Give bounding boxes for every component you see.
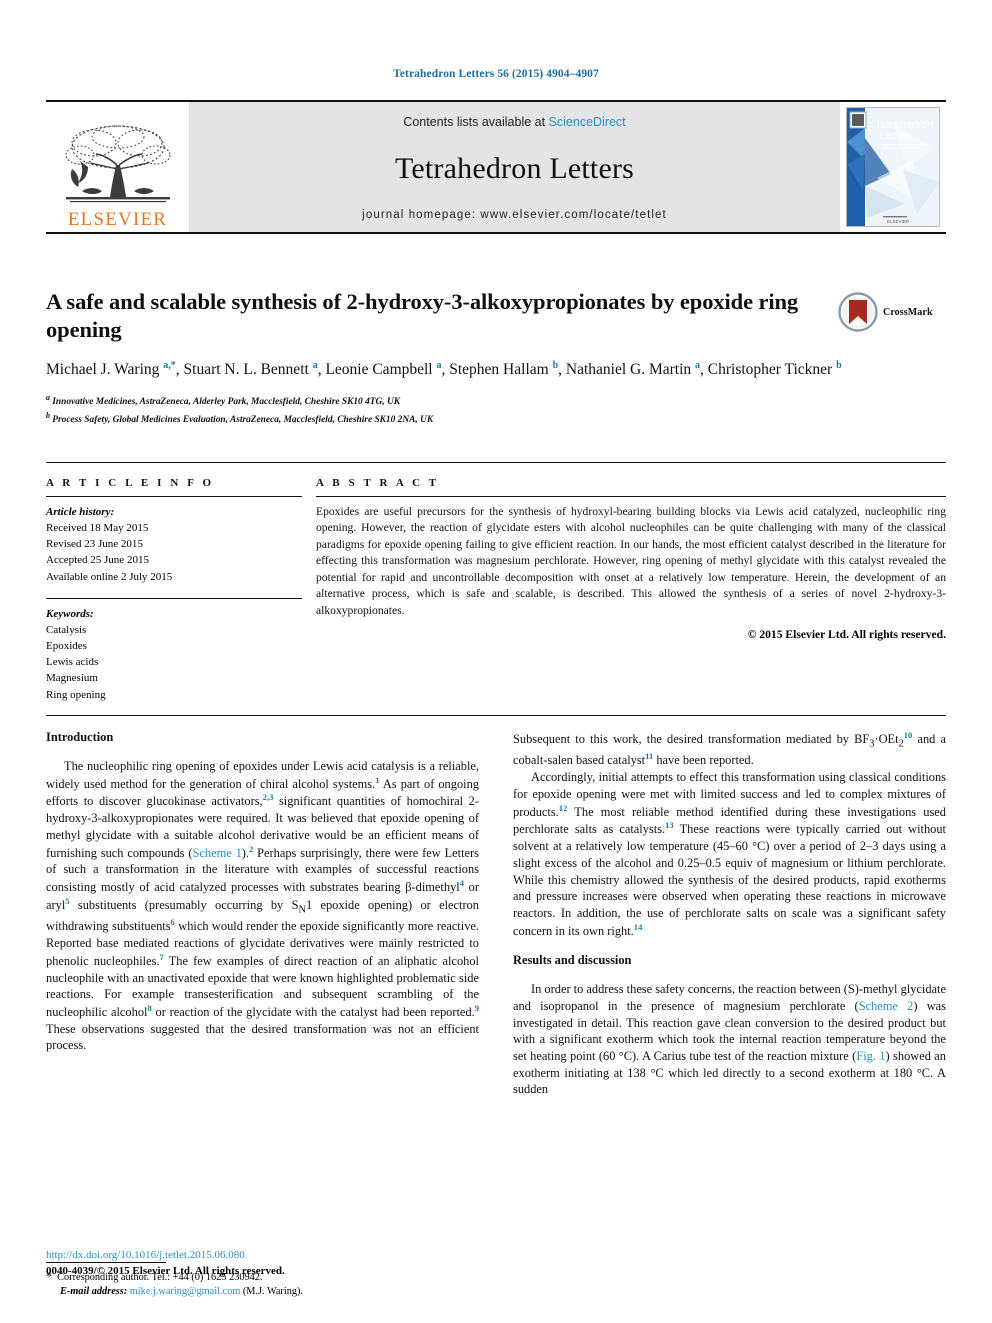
elsevier-wordmark: ELSEVIER [67, 209, 168, 230]
section-heading-introduction: Introduction [46, 730, 114, 744]
title-block: A safe and scalable synthesis of 2-hydro… [46, 288, 946, 427]
keyword-item: Magnesium [46, 672, 98, 685]
email-link[interactable]: mike.j.waring@gmail.com [130, 1286, 240, 1297]
doi-link[interactable]: http://dx.doi.org/10.1016/j.tetlet.2015.… [46, 1248, 546, 1264]
contents-prefix: Contents lists available at [403, 115, 549, 129]
affiliation-a-text: Innovative Medicines, AstraZeneca, Alder… [52, 397, 400, 408]
email-owner: (M.J. Waring). [242, 1286, 303, 1298]
abstract-text: Epoxides are useful precursors for the s… [316, 505, 946, 617]
results-paragraph-1: In order to address these safety concern… [513, 982, 946, 1097]
journal-homepage[interactable]: journal homepage: www.elsevier.com/locat… [362, 209, 667, 221]
footnote-email-line: E-mail address: mike.j.waring@gmail.com … [46, 1285, 479, 1300]
crossmark-label: CrossMark [883, 306, 933, 318]
crossmark-badge[interactable]: CrossMark [838, 290, 946, 334]
history-item: Available online 2 July 2015 [46, 570, 173, 583]
body-column-left: Introduction The nucleophilic ring openi… [46, 730, 479, 1300]
history-item: Received 18 May 2015 [46, 522, 149, 535]
abstract-divider [316, 496, 946, 497]
abstract-heading: A B S T R A C T [316, 477, 440, 489]
keywords-block: Keywords: Catalysis Epoxides Lewis acids… [46, 606, 302, 703]
article-page: Tetrahedron Letters 56 (2015) 4904–4907 [0, 0, 992, 1323]
body-column-right: Subsequent to this work, the desired tra… [513, 730, 946, 1300]
article-body: Introduction The nucleophilic ring openi… [46, 730, 946, 1300]
elsevier-logo: ELSEVIER [46, 102, 189, 232]
running-head: Tetrahedron Letters 56 (2015) 4904–4907 [393, 68, 599, 80]
history-item: Accepted 25 June 2015 [46, 554, 149, 567]
svg-text:Letters: Letters [880, 131, 911, 142]
right-paragraph-2: Accordingly, initial attempts to effect … [513, 770, 946, 938]
masthead-center: Contents lists available at ScienceDirec… [189, 102, 840, 232]
info-divider-top [46, 496, 302, 497]
keyword-item: Epoxides [46, 640, 87, 653]
crossmark-icon [838, 292, 878, 332]
abstract-column: A B S T R A C T Epoxides are useful prec… [316, 477, 946, 703]
keyword-item: Lewis acids [46, 656, 99, 669]
journal-title: Tetrahedron Letters [394, 152, 635, 185]
section-heading-results: Results and discussion [513, 953, 632, 968]
article-history: Article history: Received 18 May 2015 Re… [46, 504, 302, 585]
affiliation-b-text: Process Safety, Global Medicines Evaluat… [52, 414, 434, 425]
author-list: Michael J. Waring a,*, Stuart N. L. Benn… [46, 359, 842, 378]
info-divider-mid [46, 597, 302, 599]
intro-paragraph: The nucleophilic ring opening of epoxide… [46, 759, 480, 1053]
journal-cover-thumbnail: Tetrahedron Letters ELSEVIER [840, 102, 946, 232]
contents-available-line: Contents lists available at ScienceDirec… [403, 115, 625, 129]
keyword-item: Catalysis [46, 623, 87, 636]
keyword-item: Ring opening [46, 688, 106, 701]
affiliation-b: b Process Safety, Global Medicines Evalu… [46, 410, 434, 425]
abstract-copyright: © 2015 Elsevier Ltd. All rights reserved… [747, 628, 946, 642]
svg-text:Tetrahedron: Tetrahedron [875, 119, 934, 131]
email-label: E-mail address: [60, 1286, 128, 1298]
journal-masthead: ELSEVIER Contents lists available at Sci… [46, 100, 946, 234]
issn-copyright: 0040-4039/© 2015 Elsevier Ltd. All right… [46, 1264, 285, 1277]
elsevier-tree-icon [65, 125, 170, 203]
affiliation-list: a Innovative Medicines, AstraZeneca, Ald… [46, 392, 946, 427]
svg-text:ELSEVIER: ELSEVIER [887, 219, 910, 224]
history-item: Revised 23 June 2015 [46, 538, 143, 551]
keywords-label: Keywords: [46, 607, 94, 620]
page-title: A safe and scalable synthesis of 2-hydro… [46, 289, 799, 343]
footer-doi-block: http://dx.doi.org/10.1016/j.tetlet.2015.… [46, 1248, 546, 1280]
right-paragraph-1: Subsequent to this work, the desired tra… [513, 730, 946, 768]
article-info-heading: A R T I C L E I N F O [46, 477, 215, 489]
sciencedirect-link[interactable]: ScienceDirect [549, 115, 626, 129]
article-info-column: A R T I C L E I N F O Article history: R… [46, 477, 316, 703]
cover-artwork-icon: Tetrahedron Letters ELSEVIER [847, 108, 939, 226]
info-abstract-panel: A R T I C L E I N F O Article history: R… [46, 462, 946, 716]
article-history-label: Article history: [46, 506, 115, 518]
cover-image: Tetrahedron Letters ELSEVIER [846, 107, 940, 227]
affiliation-a: a Innovative Medicines, AstraZeneca, Ald… [46, 393, 400, 408]
